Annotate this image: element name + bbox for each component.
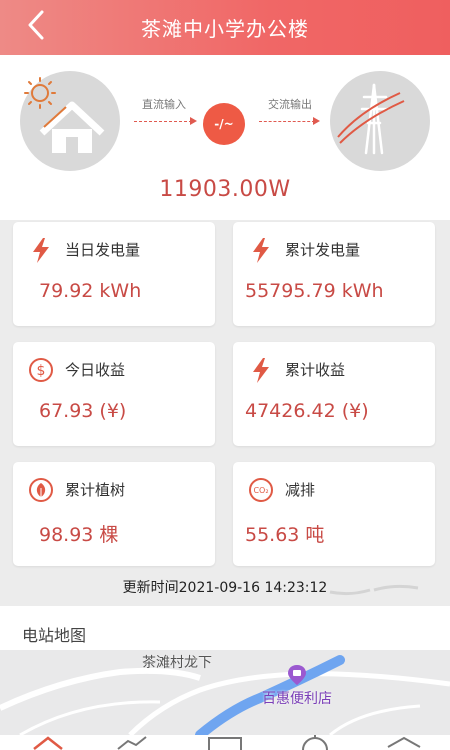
tab-weather-icon[interactable] [295, 735, 335, 750]
card-label: 累计植树 [65, 481, 126, 499]
leaf-icon [29, 478, 53, 502]
card-emission-reduction[interactable]: CO₂ 减排 55.63 吨 [233, 462, 435, 566]
app-header: 茶滩中小学办公楼 [0, 0, 450, 55]
card-label: 减排 [285, 481, 316, 499]
lightning-icon [33, 238, 49, 263]
card-total-trees[interactable]: 累计植树 98.93 棵 [13, 462, 215, 566]
energy-flow-panel: 直流输入 -/~ 交流输出 11903.00W [0, 55, 450, 220]
svg-text:CO₂: CO₂ [253, 486, 268, 495]
ac-output-label: 交流输出 [268, 98, 312, 111]
dc-flow-line [134, 121, 192, 122]
map-label-village: 茶滩村龙下 [142, 655, 212, 671]
dc-input-label: 直流输入 [142, 98, 186, 111]
tab-layers-icon[interactable] [384, 735, 424, 750]
card-label: 当日发电量 [65, 241, 141, 259]
card-value: 55795.79 kWh [245, 280, 384, 302]
station-map-title: 电站地图 [22, 626, 87, 645]
house-sun-icon [24, 77, 105, 153]
co2-icon: CO₂ [249, 478, 273, 502]
card-label: 累计发电量 [285, 241, 361, 259]
tab-home-icon[interactable] [28, 735, 68, 750]
card-value: 98.93 棵 [39, 524, 119, 546]
tab-device-icon[interactable] [205, 735, 245, 750]
card-value: 47426.42 (¥) [245, 400, 369, 422]
station-map[interactable]: 茶滩村龙下 百惠便利店 [0, 650, 450, 735]
bottom-tab-bar [0, 735, 450, 750]
power-tower-icon [337, 83, 405, 155]
card-value: 79.92 kWh [39, 280, 142, 302]
current-power-value: 11903.00W [159, 177, 291, 202]
map-label-store: 百惠便利店 [262, 691, 332, 707]
inverter-button[interactable]: -/~ [203, 103, 245, 145]
card-daily-generation[interactable]: 当日发电量 79.92 kWh [13, 222, 215, 326]
card-value: 67.93 (¥) [39, 400, 127, 422]
card-today-income[interactable]: $ 今日收益 67.93 (¥) [13, 342, 215, 446]
card-total-generation[interactable]: 累计发电量 55795.79 kWh [233, 222, 435, 326]
dollar-coin-icon: $ [29, 358, 53, 382]
power-grid-circle [330, 71, 430, 171]
page-title: 茶滩中小学办公楼 [141, 17, 309, 41]
card-total-income[interactable]: 累计收益 47426.42 (¥) [233, 342, 435, 446]
svg-text:$: $ [37, 363, 46, 379]
update-time: 更新时间2021-09-16 14:23:12 [122, 580, 328, 596]
tab-stats-icon[interactable] [112, 735, 152, 750]
card-label: 今日收益 [65, 361, 126, 379]
shop-pin-icon[interactable] [287, 664, 307, 686]
card-label: 累计收益 [285, 361, 346, 379]
dc-arrow-icon [190, 117, 197, 125]
map-roads [0, 655, 450, 735]
inverter-symbol: -/~ [214, 117, 234, 131]
home-solar-circle [20, 71, 120, 171]
ac-flow-line [259, 121, 315, 122]
card-value: 55.63 吨 [245, 524, 325, 546]
lightning-icon [253, 238, 269, 263]
station-map-header: 电站地图 [0, 606, 450, 650]
back-arrow-icon[interactable] [22, 8, 52, 42]
lightning-icon [253, 358, 269, 383]
ac-arrow-icon [313, 117, 320, 125]
